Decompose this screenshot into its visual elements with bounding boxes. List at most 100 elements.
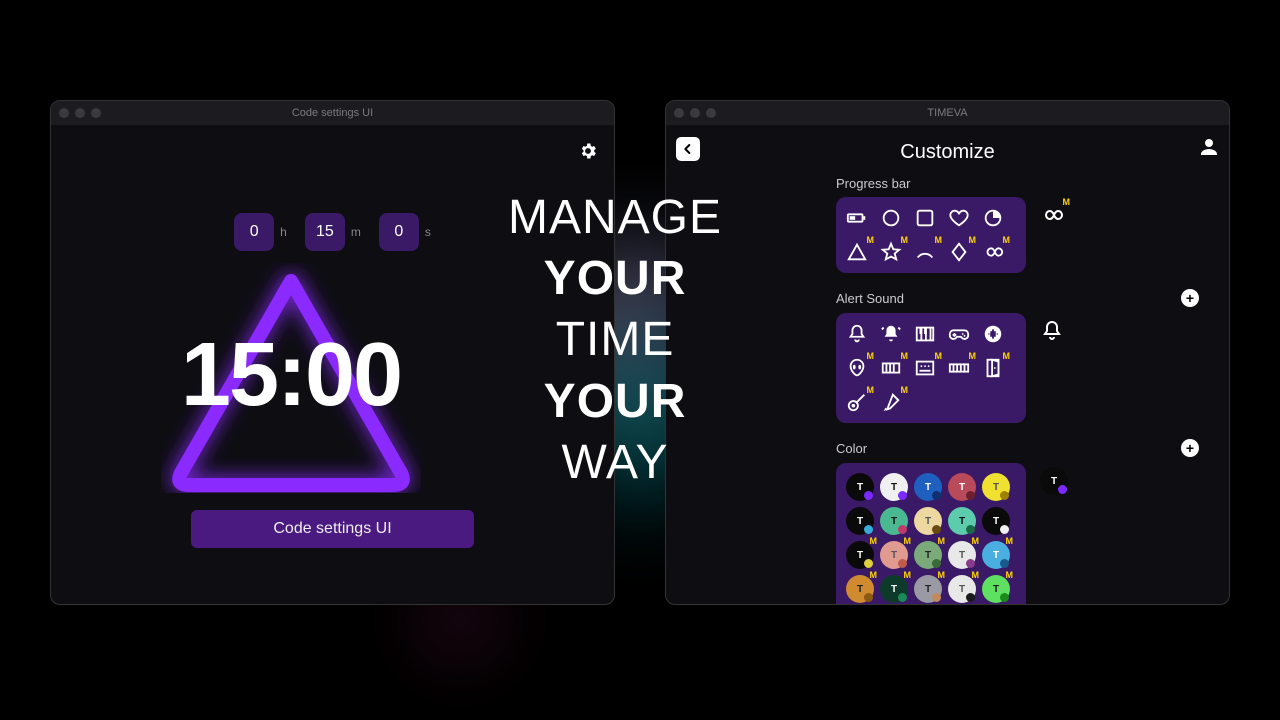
infinity-icon: [1040, 203, 1064, 227]
audio-wave-icon: [982, 323, 1004, 345]
color-swatch[interactable]: T: [846, 473, 874, 501]
pie-option[interactable]: [982, 207, 1004, 229]
color-swatch[interactable]: TM: [948, 575, 976, 603]
gamepad-option[interactable]: [948, 323, 970, 345]
premium-badge: M: [969, 351, 977, 361]
color-swatch[interactable]: TM: [914, 541, 942, 569]
infinity-icon: [982, 241, 1004, 263]
battery-icon: [846, 207, 868, 229]
color-swatch[interactable]: T: [982, 507, 1010, 535]
page-title: Customize: [686, 141, 1209, 164]
color-swatch[interactable]: TM: [846, 575, 874, 603]
color-swatch[interactable]: T: [948, 507, 976, 535]
premium-badge: M: [901, 351, 909, 361]
swatch-accent-dot: [966, 491, 975, 500]
triangle-option[interactable]: M: [846, 241, 868, 263]
bell-ring-option[interactable]: [880, 323, 902, 345]
synth-option[interactable]: M: [880, 357, 902, 379]
premium-badge: M: [870, 570, 878, 580]
bell-icon: [846, 323, 868, 345]
keyboard-option[interactable]: M: [948, 357, 970, 379]
square-option[interactable]: [914, 207, 936, 229]
premium-badge: M: [1063, 197, 1071, 207]
gear-icon: [578, 141, 598, 161]
swatch-accent-dot: [898, 593, 907, 602]
window-title: Code settings UI: [51, 107, 614, 119]
color-swatch[interactable]: TM: [880, 541, 908, 569]
pie-icon: [982, 207, 1004, 229]
color-swatch[interactable]: T: [982, 473, 1010, 501]
color-swatch[interactable]: TM: [982, 575, 1010, 603]
section-label: Progress bar: [836, 176, 910, 191]
mixer-icon: [914, 357, 936, 379]
alien-icon: [846, 357, 868, 379]
heart-icon: [948, 207, 970, 229]
back-button[interactable]: [676, 137, 700, 161]
color-swatch[interactable]: TM: [948, 541, 976, 569]
circle-option[interactable]: [880, 207, 902, 229]
section-progress: Progress bar MMMMM M: [836, 176, 1199, 273]
color-current: T: [1040, 467, 1068, 495]
add-color-button[interactable]: +: [1181, 439, 1199, 457]
color-swatch[interactable]: T: [948, 473, 976, 501]
color-swatch[interactable]: T: [914, 473, 942, 501]
titlebar: Code settings UI: [51, 101, 614, 125]
guitar-icon: [846, 391, 868, 413]
premium-badge: M: [901, 235, 909, 245]
gamepad-icon: [948, 323, 970, 345]
swatch-accent-dot: [864, 559, 873, 568]
color-swatch[interactable]: T: [914, 507, 942, 535]
premium-badge: M: [1003, 351, 1011, 361]
swatch-accent-dot: [932, 491, 941, 500]
alert-panel: MMMMMMM: [836, 313, 1026, 423]
swatch-accent-dot: [932, 559, 941, 568]
square-icon: [914, 207, 936, 229]
premium-badge: M: [904, 570, 912, 580]
heart-option[interactable]: [948, 207, 970, 229]
add-sound-button[interactable]: +: [1181, 289, 1199, 307]
circle-icon: [880, 207, 902, 229]
user-icon: [1197, 135, 1221, 159]
color-swatch[interactable]: TM: [914, 575, 942, 603]
primary-action-button[interactable]: Code settings UI: [191, 510, 474, 548]
color-swatch[interactable]: T: [880, 473, 908, 501]
primary-action-label: Code settings UI: [273, 520, 391, 538]
color-swatch[interactable]: T: [846, 507, 874, 535]
premium-badge: M: [867, 235, 875, 245]
guitar-option[interactable]: M: [846, 391, 868, 413]
swatch-accent-dot: [898, 491, 907, 500]
premium-badge: M: [870, 536, 878, 546]
premium-badge: M: [1003, 235, 1011, 245]
alien-option[interactable]: M: [846, 357, 868, 379]
premium-badge: M: [1006, 536, 1014, 546]
profile-button[interactable]: [1197, 135, 1223, 161]
swatch-accent-dot: [1000, 525, 1009, 534]
infinity-option[interactable]: M: [982, 241, 1004, 263]
synth-icon: [880, 357, 902, 379]
arc-option[interactable]: M: [914, 241, 936, 263]
color-swatch[interactable]: TM: [982, 541, 1010, 569]
piano-icon: [914, 323, 936, 345]
piano-option[interactable]: [914, 323, 936, 345]
premium-badge: M: [972, 570, 980, 580]
color-swatch[interactable]: T: [880, 507, 908, 535]
timer-display: 15:00: [131, 235, 451, 515]
brush-option[interactable]: M: [880, 391, 902, 413]
audio-wave-option[interactable]: [982, 323, 1004, 345]
battery-option[interactable]: [846, 207, 868, 229]
mixer-option[interactable]: M: [914, 357, 936, 379]
swatch-accent-dot: [1058, 485, 1067, 494]
star-option[interactable]: M: [880, 241, 902, 263]
diamond-option[interactable]: M: [948, 241, 970, 263]
door-option[interactable]: M: [982, 357, 1004, 379]
color-swatch[interactable]: TM: [880, 575, 908, 603]
progress-current: M: [1040, 203, 1064, 227]
section-alert: Alert Sound + MMMMMMM: [836, 289, 1199, 423]
color-swatch[interactable]: TM: [846, 541, 874, 569]
bell-option[interactable]: [846, 323, 868, 345]
settings-button[interactable]: [576, 139, 600, 163]
alert-current: [1040, 319, 1064, 343]
swatch-accent-dot: [864, 491, 873, 500]
swatch-accent-dot: [864, 593, 873, 602]
swatch-accent-dot: [966, 559, 975, 568]
